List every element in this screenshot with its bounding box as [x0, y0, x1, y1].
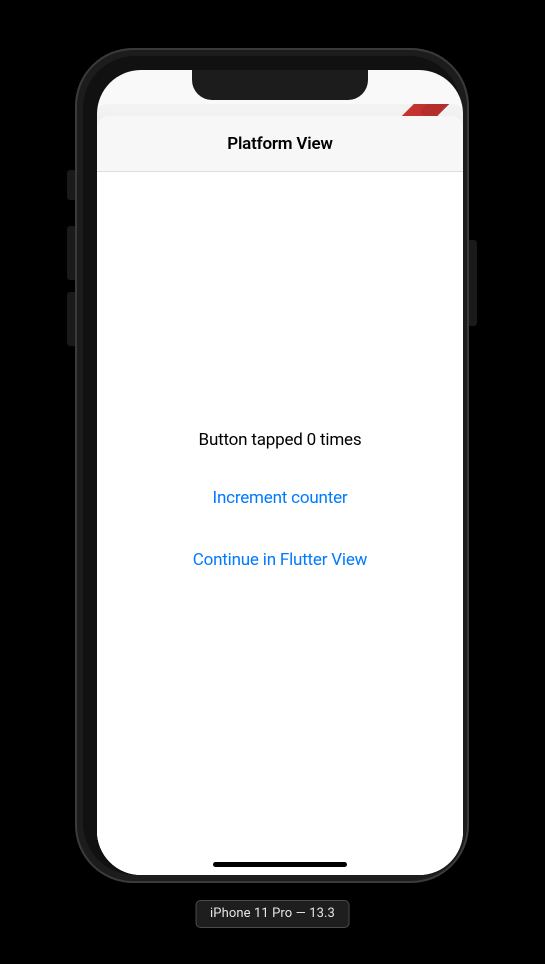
device-bezel: Platform View Button tapped 0 times Incr…: [83, 56, 461, 875]
device-screen: Platform View Button tapped 0 times Incr…: [97, 70, 463, 875]
home-indicator[interactable]: [213, 862, 347, 867]
nav-bar: Platform View: [97, 116, 463, 172]
modal-sheet: Platform View Button tapped 0 times Incr…: [97, 116, 463, 875]
nav-title: Platform View: [227, 134, 333, 154]
screen-root: Platform View Button tapped 0 times Incr…: [97, 70, 463, 875]
silence-switch: [67, 170, 75, 200]
sheet-body: Button tapped 0 times Increment counter …: [97, 172, 463, 875]
volume-up-button: [67, 226, 75, 280]
device-label-pill: iPhone 11 Pro — 13.3: [195, 900, 350, 928]
power-button: [469, 240, 477, 326]
volume-down-button: [67, 292, 75, 346]
continue-flutter-button[interactable]: Continue in Flutter View: [97, 550, 463, 570]
increment-counter-button[interactable]: Increment counter: [97, 488, 463, 508]
counter-label: Button tapped 0 times: [97, 430, 463, 450]
device-notch: [192, 70, 368, 100]
device-frame: Platform View Button tapped 0 times Incr…: [75, 48, 469, 883]
